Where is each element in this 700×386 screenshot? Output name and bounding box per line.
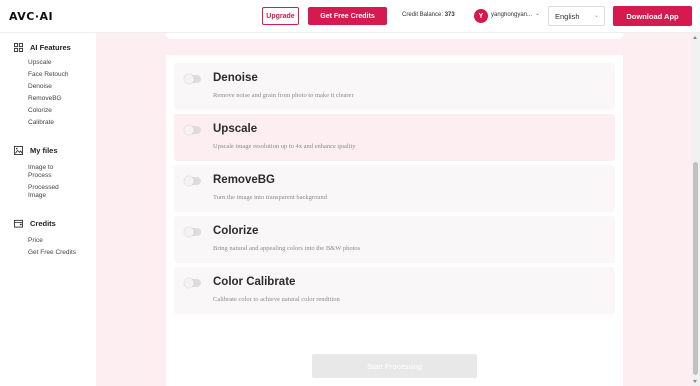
feature-title: Denoise xyxy=(213,72,258,84)
avatar[interactable]: Y xyxy=(474,9,488,23)
username[interactable]: yanghongyan... xyxy=(491,12,535,18)
sidebar-section-title: Credits xyxy=(30,219,56,228)
feature-description: Calibrate color to achieve natural color… xyxy=(213,296,340,303)
sidebar-section-title: AI Features xyxy=(30,43,71,52)
sidebar-section-ai-features: AI Features Upscale Face Retouch Denoise… xyxy=(14,43,71,127)
sidebar-item-removebg[interactable]: RemoveBG xyxy=(28,95,71,103)
feature-toggle[interactable] xyxy=(184,125,201,135)
feature-description: Upscale image resolution up to 4x and en… xyxy=(213,143,356,150)
sidebar-item-upscale[interactable]: Upscale xyxy=(28,59,71,67)
credit-balance: Credit Balance: 373 xyxy=(402,12,455,18)
feature-card-colorize[interactable]: Colorize Bring natural and appealing col… xyxy=(174,216,615,263)
feature-card-color-calibrate[interactable]: Color Calibrate Calibrate color to achie… xyxy=(174,267,615,314)
scroll-up-icon[interactable] xyxy=(693,36,697,39)
feature-toggle[interactable] xyxy=(184,176,201,186)
feature-toggle[interactable] xyxy=(184,278,201,288)
app-logo[interactable]: AVC·AI xyxy=(9,10,53,23)
grid-icon xyxy=(14,43,23,52)
credit-balance-value: 373 xyxy=(444,12,455,18)
sidebar-section-credits: Credits Price Get Free Credits xyxy=(14,219,76,257)
feature-card-denoise[interactable]: Denoise Remove noise and grain from phot… xyxy=(174,63,615,110)
sidebar-section-my-files: My files Image to Process Processed Imag… xyxy=(14,146,68,200)
sidebar-item-processed-image[interactable]: Processed Image xyxy=(28,184,68,200)
feature-title: RemoveBG xyxy=(213,174,275,186)
sidebar-item-price[interactable]: Price xyxy=(28,237,76,245)
upgrade-button[interactable]: Upgrade xyxy=(262,7,299,25)
scroll-down-icon[interactable] xyxy=(693,380,697,383)
top-header: AVC·AI Upgrade Get Free Credits Credit B… xyxy=(0,0,700,33)
start-processing-button[interactable]: Start Processing xyxy=(312,354,477,378)
feature-card-removebg[interactable]: RemoveBG Turn the image into transparent… xyxy=(174,165,615,212)
chevron-down-icon[interactable]: ⌄ xyxy=(535,10,540,17)
image-icon xyxy=(14,146,23,155)
previous-panel xyxy=(166,33,623,39)
feature-panel: Denoise Remove noise and grain from phot… xyxy=(166,55,623,386)
download-app-button[interactable]: Download App xyxy=(613,6,692,26)
wallet-icon xyxy=(14,219,23,228)
sidebar-section-title: My files xyxy=(30,146,58,155)
credit-balance-label: Credit Balance: xyxy=(402,12,444,18)
sidebar-item-image-to-process[interactable]: Image to Process xyxy=(28,164,68,180)
sidebar-item-get-free-credits[interactable]: Get Free Credits xyxy=(28,249,76,257)
scroll-thumb[interactable] xyxy=(693,162,698,375)
feature-title: Upscale xyxy=(213,123,258,135)
sidebar-item-calibrate[interactable]: Calibrate xyxy=(28,119,71,127)
sidebar-item-face-retouch[interactable]: Face Retouch xyxy=(28,71,71,79)
feature-card-upscale[interactable]: Upscale Upscale image resolution up to 4… xyxy=(174,114,615,161)
language-select[interactable]: English ⌄ xyxy=(548,6,605,26)
chevron-down-icon: ⌄ xyxy=(593,13,599,19)
feature-title: Color Calibrate xyxy=(213,276,296,288)
feature-description: Bring natural and appealing colors into … xyxy=(213,245,361,252)
language-value: English xyxy=(555,11,580,21)
feature-description: Remove noise and grain from photo to mak… xyxy=(213,92,354,99)
page-scrollbar[interactable] xyxy=(691,33,700,386)
feature-title: Colorize xyxy=(213,225,259,237)
feature-toggle[interactable] xyxy=(184,74,201,84)
feature-toggle[interactable] xyxy=(184,227,201,237)
get-free-credits-button[interactable]: Get Free Credits xyxy=(308,7,387,25)
sidebar: AI Features Upscale Face Retouch Denoise… xyxy=(0,33,96,386)
feature-description: Turn the image into transparent backgrou… xyxy=(213,194,328,201)
sidebar-item-denoise[interactable]: Denoise xyxy=(28,83,71,91)
sidebar-item-colorize[interactable]: Colorize xyxy=(28,107,71,115)
